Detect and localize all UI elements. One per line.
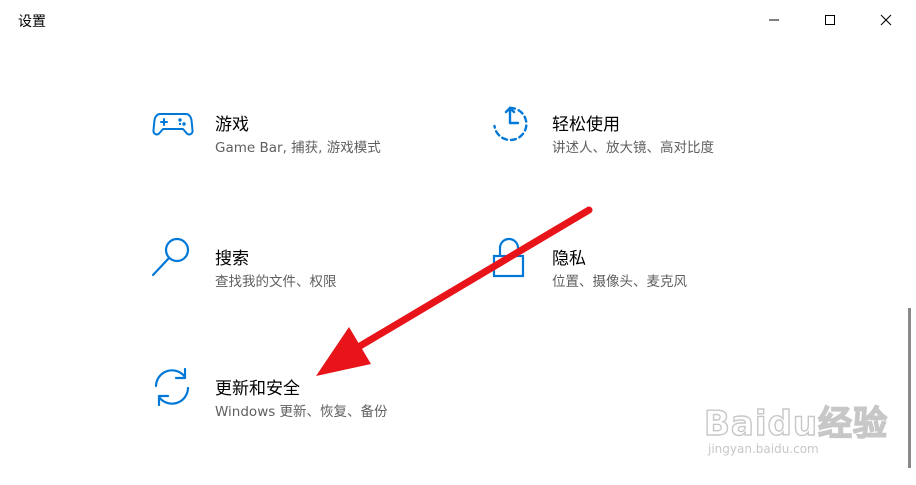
tile-title: 轻松使用 bbox=[552, 115, 620, 135]
window-title: 设置 bbox=[18, 14, 46, 30]
settings-tile-privacy[interactable]: 隐私 位置、摄像头、麦克风 bbox=[488, 234, 808, 294]
watermark-url: jingyan.baidu.com bbox=[708, 442, 819, 456]
settings-tile-ease-of-access[interactable]: 轻松使用 讲述人、放大镜、高对比度 bbox=[488, 100, 808, 160]
ease-of-access-icon bbox=[493, 106, 528, 142]
settings-tile-update-security[interactable]: 更新和安全 Windows 更新、恢复、备份 bbox=[151, 364, 471, 424]
minimize-button[interactable] bbox=[746, 0, 802, 40]
tile-title: 搜索 bbox=[215, 249, 249, 269]
title-bar: 设置 bbox=[0, 0, 916, 40]
lock-icon bbox=[492, 237, 525, 278]
settings-tile-gaming[interactable]: 游戏 Game Bar, 捕获, 游戏模式 bbox=[151, 100, 471, 160]
tile-description: 位置、摄像头、麦克风 bbox=[552, 274, 687, 290]
tile-description: 查找我的文件、权限 bbox=[215, 274, 337, 290]
gamepad-icon bbox=[152, 113, 194, 136]
search-icon bbox=[151, 237, 190, 277]
maximize-button[interactable] bbox=[802, 0, 858, 40]
close-button[interactable] bbox=[858, 0, 914, 40]
sync-icon bbox=[154, 367, 190, 407]
watermark: Baidu经验 jingyan.baidu.com bbox=[700, 396, 910, 466]
tile-description: Windows 更新、恢复、备份 bbox=[215, 404, 388, 420]
maximize-icon bbox=[825, 15, 835, 25]
close-icon bbox=[880, 14, 892, 26]
tile-description: Game Bar, 捕获, 游戏模式 bbox=[215, 140, 381, 156]
minimize-icon bbox=[769, 19, 779, 21]
watermark-brand: Baidu经验 bbox=[703, 403, 889, 444]
tile-title: 游戏 bbox=[215, 115, 249, 135]
settings-tile-search[interactable]: 搜索 查找我的文件、权限 bbox=[151, 234, 471, 294]
tile-description: 讲述人、放大镜、高对比度 bbox=[552, 140, 714, 156]
tile-title: 隐私 bbox=[552, 249, 586, 269]
tile-title: 更新和安全 bbox=[215, 379, 300, 399]
